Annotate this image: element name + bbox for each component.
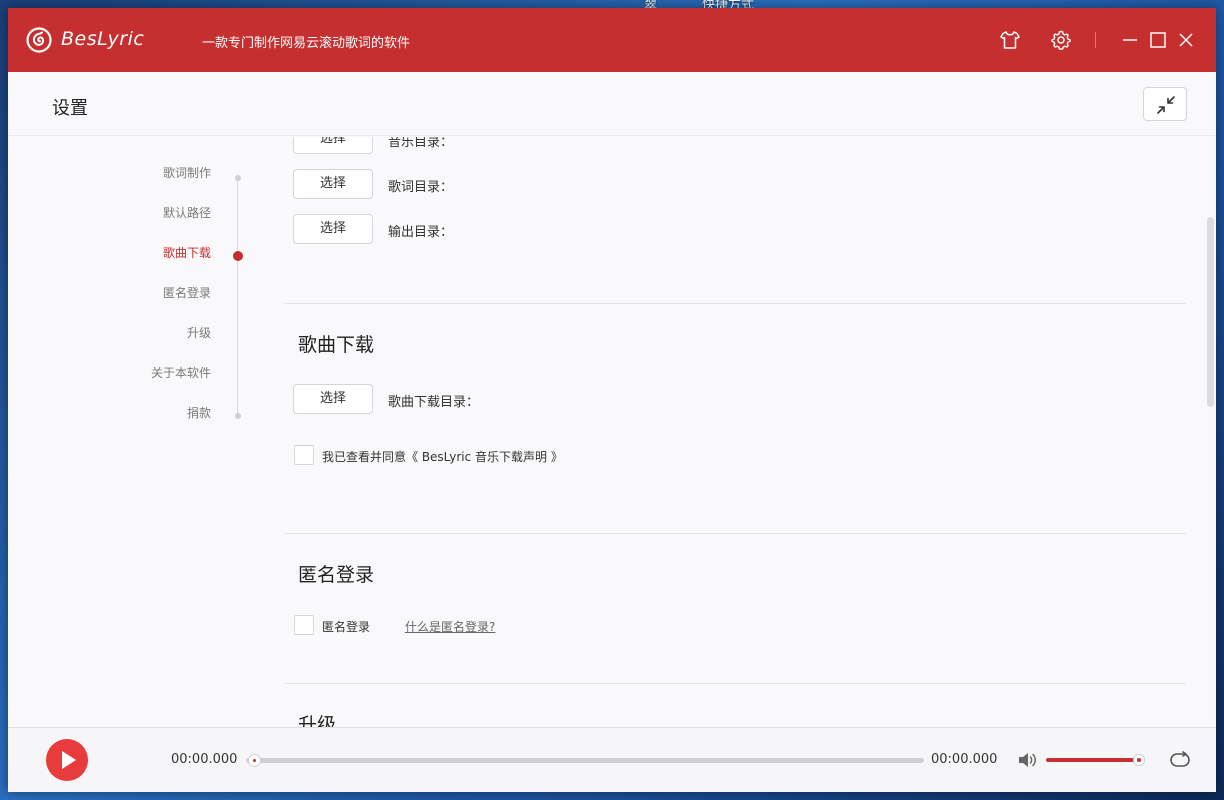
minimize-button[interactable]	[1118, 28, 1142, 52]
section-divider	[284, 533, 1186, 534]
volume-icon[interactable]	[1016, 749, 1038, 771]
output-dir-label: 输出目录：	[388, 225, 454, 240]
scrollbar-thumb[interactable]	[1207, 217, 1214, 407]
collapse-arrows-icon	[1157, 96, 1175, 114]
loop-icon[interactable]	[1168, 749, 1192, 771]
nav-item-anonymous-login[interactable]: 匿名登录	[163, 284, 211, 304]
anonymous-login-label: 匿名登录	[322, 620, 371, 634]
play-icon	[62, 751, 76, 769]
progress-knob[interactable]	[248, 754, 262, 767]
collapse-button[interactable]	[1143, 87, 1187, 121]
output-dir-select-button[interactable]: 选择	[293, 214, 373, 244]
nav-dot-top	[235, 175, 241, 181]
maximize-button[interactable]	[1146, 28, 1170, 52]
song-download-title: 歌曲下载	[298, 334, 375, 356]
settings-content[interactable]: 歌词制作 默认路径 歌曲下载 匿名登录 升级 关于本软件 捐款 选择 音乐目录：…	[8, 137, 1216, 727]
download-dir-label: 歌曲下载目录：	[388, 395, 480, 410]
volume-slider[interactable]	[1046, 754, 1146, 766]
titlebar-separator	[1095, 32, 1096, 48]
nav-item-default-path[interactable]: 默认路径	[163, 204, 211, 224]
progress-slider[interactable]	[246, 754, 924, 767]
anonymous-login-help-link[interactable]: 什么是匿名登录?	[405, 618, 495, 635]
player-bar: 00:00.000 00:00.000	[8, 727, 1216, 792]
download-dir-select-button[interactable]: 选择	[293, 384, 373, 414]
agree-download-label: 我已查看并同意《 BesLyric 音乐下载声明 》	[322, 450, 563, 464]
gear-icon	[1051, 30, 1071, 50]
nav-item-upgrade[interactable]: 升级	[187, 324, 211, 344]
nav-item-lyric-making[interactable]: 歌词制作	[163, 164, 211, 184]
current-time: 00:00.000	[171, 752, 238, 767]
close-button[interactable]	[1174, 28, 1198, 52]
anonymous-login-checkbox[interactable]	[294, 615, 314, 635]
music-dir-label: 音乐目录：	[388, 137, 454, 150]
app-slogan: 一款专门制作网易云滚动歌词的软件	[202, 36, 411, 51]
lyric-dir-select-button[interactable]: 选择	[293, 169, 373, 199]
netease-logo-icon	[26, 27, 52, 53]
section-divider	[284, 683, 1186, 684]
app-window: BesLyric 一款专门制作网易云滚动歌词的软件 设置 歌词制作 默认路径 歌…	[8, 8, 1216, 792]
skin-icon	[1000, 31, 1020, 49]
nav-item-song-download[interactable]: 歌曲下载	[163, 244, 211, 264]
title-bar[interactable]: BesLyric 一款专门制作网易云滚动歌词的软件	[8, 8, 1216, 72]
music-dir-select-button[interactable]: 选择	[293, 137, 373, 154]
maximize-icon	[1150, 32, 1166, 48]
section-divider	[284, 303, 1186, 304]
close-icon	[1179, 33, 1193, 47]
nav-dot-bottom	[235, 413, 241, 419]
play-button[interactable]	[46, 739, 88, 781]
page-header: 设置	[8, 72, 1216, 136]
nav-track	[237, 178, 238, 416]
settings-nav: 歌词制作 默认路径 歌曲下载 匿名登录 升级 关于本软件 捐款	[8, 137, 268, 727]
nav-item-about[interactable]: 关于本软件	[151, 364, 211, 384]
lyric-dir-label: 歌词目录：	[388, 180, 454, 195]
settings-button[interactable]	[1049, 28, 1073, 52]
agree-download-checkbox[interactable]	[294, 445, 314, 465]
page-title: 设置	[52, 98, 88, 119]
upgrade-title: 升级	[298, 714, 337, 727]
total-time: 00:00.000	[931, 752, 998, 767]
anonymous-login-title: 匿名登录	[298, 564, 375, 586]
nav-active-dot	[233, 251, 243, 261]
settings-panel: 选择 音乐目录： 选择 歌词目录： 选择 输出目录： 歌曲下载 选择 歌曲下载目…	[284, 137, 1186, 727]
volume-knob[interactable]	[1133, 754, 1146, 766]
app-name: BesLyric	[61, 28, 145, 50]
nav-item-donate[interactable]: 捐款	[187, 404, 211, 424]
volume-fill	[1046, 758, 1140, 762]
minimize-icon	[1123, 39, 1137, 41]
skin-button[interactable]	[998, 28, 1022, 52]
